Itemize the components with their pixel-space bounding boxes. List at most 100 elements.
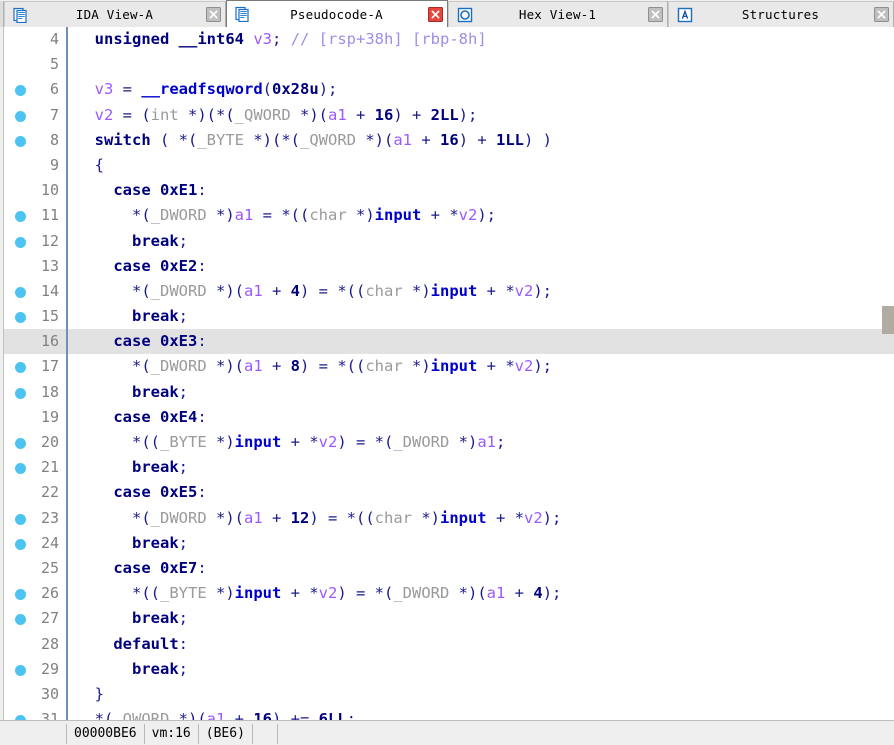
breakpoint-dot-icon[interactable] <box>15 236 26 248</box>
vertical-scrollbar-thumb[interactable] <box>882 306 894 334</box>
code-text-area[interactable]: unsigned __int64 v3; // [rsp+38h] [rbp-8… <box>68 27 894 720</box>
gutter-line-17[interactable]: 17 <box>4 354 66 379</box>
close-icon[interactable] <box>874 7 889 22</box>
pseudocode-editor[interactable]: 4 5 6 7 8 9 10 11 12 13 14 15 16 17 18 19 20 21 22 23 24 25 26… <box>0 27 894 745</box>
gutter-line-8[interactable]: 8 <box>4 128 66 153</box>
breakpoint-dot-icon[interactable] <box>15 387 26 399</box>
code-line-27[interactable]: break; <box>68 606 894 631</box>
code-line-5[interactable] <box>68 52 894 77</box>
gutter-line-16[interactable]: 16 <box>4 329 66 355</box>
code-line-8[interactable]: switch ( *(_BYTE *)(*(_QWORD *)(a1 + 16)… <box>68 128 894 153</box>
gutter-line-11[interactable]: 11 <box>4 203 66 228</box>
breakpoint-dot-icon[interactable] <box>15 664 26 676</box>
gutter-line-4[interactable]: 4 <box>4 27 66 52</box>
code-line-19[interactable]: case 0xE4: <box>68 405 894 430</box>
breakpoint-dot-icon[interactable] <box>15 589 26 601</box>
code-line-25[interactable]: case 0xE7: <box>68 556 894 581</box>
line-number: 21 <box>40 458 59 477</box>
code-token: *) <box>402 281 431 300</box>
code-token: ) = *( <box>337 433 394 451</box>
code-line-31[interactable]: *(_QWORD *)(a1 + 16) += 6LL; <box>68 707 894 720</box>
code-line-11[interactable]: *(_DWORD *)a1 = *((char *)input + *v2); <box>68 203 894 228</box>
line-number: 14 <box>40 281 59 300</box>
gutter-line-6[interactable]: 6 <box>4 77 66 102</box>
gutter-line-23[interactable]: 23 <box>4 506 66 531</box>
breakpoint-dot-icon[interactable] <box>15 211 26 223</box>
breakpoint-dot-icon[interactable] <box>15 110 26 122</box>
code-line-9[interactable]: { <box>68 153 894 178</box>
tab-structures[interactable]: Structures <box>668 1 894 27</box>
code-line-14[interactable]: *(_DWORD *)(a1 + 4) = *((char *)input + … <box>68 279 894 304</box>
code-token: *( <box>76 710 114 720</box>
breakpoint-dot-icon[interactable] <box>15 438 26 449</box>
code-token: + * <box>486 508 524 527</box>
close-icon[interactable] <box>648 7 663 22</box>
breakpoint-dot-icon[interactable] <box>15 538 26 550</box>
code-line-23[interactable]: *(_DWORD *)(a1 + 12) = *((char *)input +… <box>68 506 894 531</box>
code-line-10[interactable]: case 0xE1: <box>68 178 894 203</box>
code-line-17[interactable]: *(_DWORD *)(a1 + 8) = *((char *)input + … <box>68 354 894 379</box>
gutter-line-14[interactable]: 14 <box>4 279 66 304</box>
code-line-24[interactable]: break; <box>68 531 894 556</box>
code-line-26[interactable]: *((_BYTE *)input + *v2) = *(_DWORD *)(a1… <box>68 581 894 606</box>
code-line-21[interactable]: break; <box>68 455 894 480</box>
line-number-gutter[interactable]: 4 5 6 7 8 9 10 11 12 13 14 15 16 17 18 19 20 21 22 23 24 25 26… <box>4 27 66 745</box>
code-token: ) = *(( <box>300 357 366 376</box>
gutter-line-12[interactable]: 12 <box>4 229 66 254</box>
code-line-15[interactable]: break; <box>68 304 894 329</box>
gutter-line-30[interactable]: 30 <box>4 682 66 707</box>
breakpoint-dot-icon[interactable] <box>15 135 26 147</box>
gutter-line-10[interactable]: 10 <box>4 178 66 203</box>
breakpoint-dot-icon[interactable] <box>15 463 26 475</box>
tab-ida-view-a[interactable]: IDA View-A <box>4 1 226 27</box>
code-line-7[interactable]: v2 = (int *)(*(_QWORD *)(a1 + 16) + 2LL)… <box>68 103 894 128</box>
gutter-line-26[interactable]: 26 <box>4 581 66 606</box>
breakpoint-dot-icon[interactable] <box>15 513 26 525</box>
gutter-line-22[interactable]: 22 <box>4 480 66 505</box>
code-line-12[interactable]: break; <box>68 229 894 254</box>
gutter-line-18[interactable]: 18 <box>4 380 66 405</box>
gutter-line-13[interactable]: 13 <box>4 254 66 279</box>
gutter-line-27[interactable]: 27 <box>4 606 66 631</box>
code-line-30[interactable]: } <box>68 682 894 707</box>
tab-hex-view-1[interactable]: Hex View-1 <box>448 1 668 27</box>
close-icon[interactable] <box>428 6 443 22</box>
code-token: input <box>430 357 478 376</box>
code-line-4[interactable]: unsigned __int64 v3; // [rsp+38h] [rbp-8… <box>68 27 894 52</box>
code-line-22[interactable]: case 0xE5: <box>68 480 894 505</box>
gutter-line-25[interactable]: 25 <box>4 556 66 581</box>
gutter-line-7[interactable]: 7 <box>4 103 66 128</box>
code-line-28[interactable]: default: <box>68 632 894 657</box>
code-token: 16 <box>440 130 459 149</box>
gutter-line-28[interactable]: 28 <box>4 632 66 657</box>
gutter-line-19[interactable]: 19 <box>4 405 66 430</box>
breakpoint-dot-icon[interactable] <box>15 286 26 298</box>
document-view-icon <box>235 6 251 23</box>
gutter-line-20[interactable]: 20 <box>4 430 66 455</box>
code-token: 16 <box>374 105 394 124</box>
tab-pseudocode-a[interactable]: Pseudocode-A <box>226 0 448 27</box>
breakpoint-dot-icon[interactable] <box>15 85 26 97</box>
code-line-18[interactable]: break; <box>68 380 894 405</box>
code-line-13[interactable]: case 0xE2: <box>68 254 894 279</box>
code-line-20[interactable]: *((_BYTE *)input + *v2) = *(_DWORD *)a1; <box>68 430 894 455</box>
gutter-line-15[interactable]: 15 <box>4 304 66 329</box>
close-icon[interactable] <box>206 7 221 22</box>
gutter-line-5[interactable]: 5 <box>4 52 66 77</box>
code-line-29[interactable]: break; <box>68 657 894 682</box>
gutter-line-21[interactable]: 21 <box>4 455 66 480</box>
gutter-line-24[interactable]: 24 <box>4 531 66 556</box>
gutter-line-9[interactable]: 9 <box>4 153 66 178</box>
code-line-6[interactable]: v3 = __readfsqword(0x28u); <box>68 77 894 102</box>
gutter-line-29[interactable]: 29 <box>4 657 66 682</box>
breakpoint-dot-icon[interactable] <box>15 312 26 324</box>
vertical-scrollbar-track[interactable] <box>882 27 894 720</box>
breakpoint-dot-icon[interactable] <box>15 362 26 374</box>
breakpoint-dot-icon[interactable] <box>15 614 26 626</box>
code-line-16[interactable]: case 0xE3: <box>68 329 894 355</box>
